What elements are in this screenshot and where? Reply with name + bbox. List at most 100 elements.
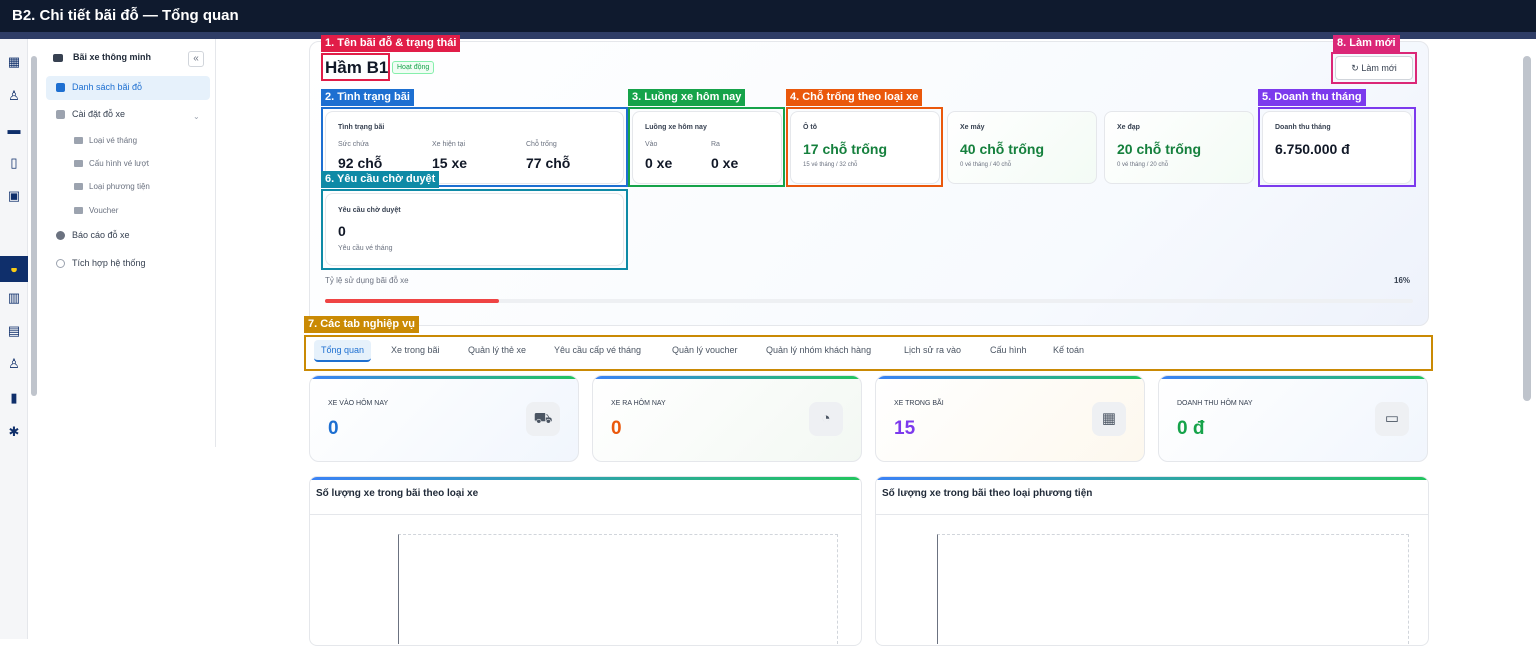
vehicle-detail: 0 vé tháng / 40 chỗ [960,162,1012,168]
phone-icon[interactable]: ▯ [5,154,23,172]
subitem-label: Loại phương tiện [89,182,150,191]
sidebar-item-report[interactable]: Báo cáo đỗ xe [46,224,210,248]
icon-rail: ▦ ♙ ▬ ▯ ▣ ● ♟ ▥ ▤ ♙ ▮ ✱ [0,39,28,639]
tab-customer-groups[interactable]: Quản lý nhóm khách hàng [766,345,871,355]
panel-divider [310,514,861,515]
tab-bar: Tổng quan Xe trong bãi Quản lý thẻ xe Yê… [308,338,1430,368]
tab-vehicles-in-lot[interactable]: Xe trong bãi [391,345,440,355]
utilization-fill [325,299,500,303]
chat-icon[interactable]: ▬ [5,121,23,139]
annotation-box-1 [321,53,390,81]
clock-icon: ◔ [809,402,843,436]
settings-icon [56,110,65,119]
annotation-tag-5: 5. Doanh thu tháng [1258,89,1366,106]
voucher-icon [74,207,83,214]
tab-monthly-requests[interactable]: Yêu cầu cấp vé tháng [554,345,641,355]
tab-vouchers[interactable]: Quản lý voucher [672,345,738,355]
annotation-tag-8: 8. Làm mới [1333,35,1400,52]
tab-accounting[interactable]: Kế toán [1053,345,1084,355]
tab-overview[interactable]: Tổng quan [314,340,372,362]
camera-icon [74,160,83,167]
utilization-percent: 16% [1394,276,1411,285]
report-icon [56,231,65,240]
utilization-label: Tỷ lệ sử dụng bãi đỗ xe [325,276,409,285]
wallet-icon: ▭ [1375,402,1409,436]
subitem-label: Cấu hình vé lượt [89,159,149,168]
vehicle-detail: 0 vé tháng / 20 chỗ [1117,162,1169,168]
sidebar-subitem-ticket-config[interactable]: Cấu hình vé lượt [72,159,149,168]
stat-accent-bar [310,376,578,379]
car-icon [53,54,63,62]
office-icon[interactable]: ▥ [5,289,23,307]
sidebar-header: Bãi xe thông minh [73,52,152,62]
sidebar-subitem-voucher[interactable]: Voucher [72,206,118,215]
list-icon [56,83,65,92]
stat-value: 15 [894,418,916,439]
building-icon[interactable]: ▦ [5,53,23,71]
ticket-icon [74,137,83,144]
stat-card-vehicles-out: XE RA HÔM NAY 0 ◔ [592,375,862,462]
stat-value: 0 [611,418,622,439]
stat-accent-bar [593,376,861,379]
stat-card-vehicles-in: XE VÀO HÔM NAY 0 ⛟ [309,375,579,462]
annotation-box-5 [1258,107,1416,187]
sidebar-scrollbar[interactable] [31,56,37,396]
sidebar-item-label: Báo cáo đỗ xe [72,230,130,240]
main-scrollbar[interactable] [1523,56,1531,401]
stat-value: 0 đ [1177,418,1205,439]
store-icon[interactable]: ▤ [5,322,23,340]
utilization-bar [325,299,1413,303]
title-stripe [0,32,1536,39]
panel-divider [876,514,1428,515]
sidebar-subitem-vehicle-type[interactable]: Loại phương tiện [72,182,150,191]
briefcase-icon[interactable]: ▣ [5,187,23,205]
panel-title: Số lượng xe trong bãi theo loại phương t… [882,488,1093,499]
stat-label: XE RA HÔM NAY [611,400,666,407]
user-pin-icon[interactable]: ♙ [5,87,23,105]
sidebar-item-parking-list[interactable]: Danh sách bãi đỗ [46,76,210,100]
stat-card-vehicles-in-lot: XE TRONG BÃI 15 ▦ [875,375,1145,462]
stat-label: DOANH THU HÔM NAY [1177,400,1253,407]
tab-vehicle-cards[interactable]: Quản lý thẻ xe [468,345,526,355]
sidebar-item-label: Danh sách bãi đỗ [72,82,143,92]
chart-plot-area [937,534,1409,644]
car-icon: ⛟ [526,402,560,436]
panel-title: Số lượng xe trong bãi theo loại xe [316,488,479,499]
status-badge: Hoạt động [392,61,435,74]
collapse-icon[interactable]: « [188,51,204,67]
annotation-tag-2: 2. Tình trạng bãi [321,89,414,106]
person-icon[interactable]: ♙ [5,355,23,373]
annotation-box-8 [1331,52,1417,84]
annotation-box-3 [628,107,785,187]
chevron-down-icon[interactable]: ⌄ [193,112,200,121]
stat-label: XE TRONG BÃI [894,400,944,407]
annotation-tag-7: 7. Các tab nghiệp vụ [304,316,419,333]
tab-access-history[interactable]: Lịch sử ra vào [904,345,961,355]
subitem-label: Loại vé tháng [89,136,138,145]
chart-plot-area [398,534,838,644]
gear-icon[interactable]: ✱ [5,423,23,441]
annotation-box-6 [321,189,628,270]
grid-icon: ▦ [1092,402,1126,436]
subitem-label: Voucher [89,206,119,215]
users-icon[interactable]: ♟ [5,255,23,273]
car-icon [74,183,83,190]
vehicle-type: Xe đạp [1117,124,1140,131]
vehicle-type: Xe máy [960,124,985,131]
tab-configuration[interactable]: Cấu hình [990,345,1027,355]
sidebar-item-label: Tích hợp hệ thống [72,258,146,268]
sidebar-item-parking-settings[interactable]: Cài đặt đỗ xe [46,103,210,127]
annotation-tag-4: 4. Chỗ trống theo loại xe [786,89,923,106]
sidebar-subitem-monthly-ticket[interactable]: Loại vé tháng [72,136,137,145]
annotation-tag-1: 1. Tên bãi đỗ & trạng thái [321,35,461,52]
sidebar-item-label: Cài đặt đỗ xe [72,109,126,119]
panel-accent-bar [876,477,1428,480]
stat-accent-bar [876,376,1144,379]
annotation-tag-6: 6. Yêu cầu chờ duyệt [321,171,440,188]
sidebar-item-integration[interactable]: Tích hợp hệ thống [46,252,210,276]
stat-card-revenue-today: DOANH THU HÔM NAY 0 đ ▭ [1158,375,1428,462]
stat-label: XE VÀO HÔM NAY [328,400,389,407]
panel-accent-bar [310,477,861,480]
stat-value: 0 [328,418,339,439]
chart-icon[interactable]: ▮ [5,389,23,407]
